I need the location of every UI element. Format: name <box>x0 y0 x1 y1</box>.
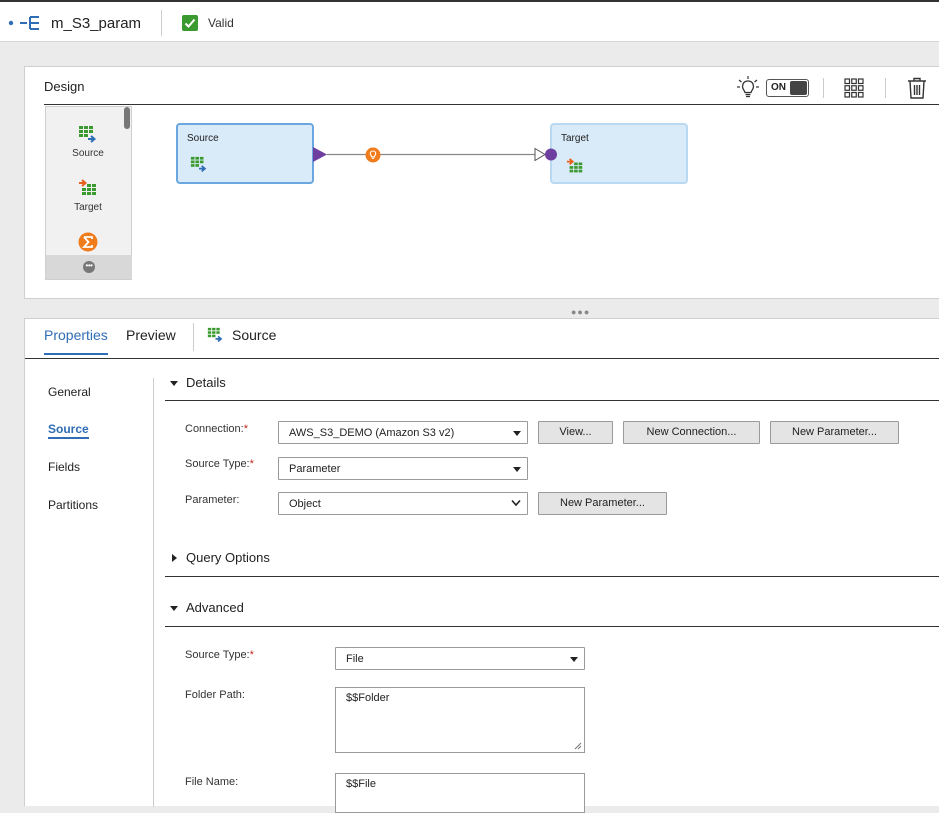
auto-toggle[interactable]: ON <box>766 79 809 97</box>
grid-layout-icon[interactable] <box>844 78 864 98</box>
design-title: Design <box>44 79 85 94</box>
lightbulb-icon[interactable] <box>737 76 759 100</box>
section-divider <box>165 576 939 577</box>
selected-object-name: Source <box>232 327 277 343</box>
trash-icon[interactable] <box>907 77 927 99</box>
design-panel: Design ON Source Target ••• Source Targe… <box>24 66 939 299</box>
section-divider <box>165 400 939 401</box>
lightbulb-badge-icon[interactable] <box>365 147 381 163</box>
required-marker: * <box>249 458 254 470</box>
select-value: Parameter <box>289 463 341 475</box>
nav-general[interactable]: General <box>48 385 91 399</box>
file-name-field[interactable]: $$File <box>335 773 585 813</box>
folder-path-label: Folder Path: <box>185 689 245 701</box>
palette-item-label: Source <box>72 148 104 159</box>
details-section-header[interactable]: Details <box>165 374 939 398</box>
section-title: Details <box>186 375 226 390</box>
file-name-label: File Name: <box>185 776 239 788</box>
query-options-section-header[interactable]: Query Options <box>165 549 939 573</box>
section-title: Advanced <box>186 600 244 615</box>
source-type-select[interactable]: Parameter <box>278 457 528 480</box>
dropdown-arrow-icon <box>570 657 578 662</box>
mapping-title: m_S3_param <box>51 15 142 32</box>
dropdown-arrow-icon <box>513 431 521 436</box>
design-header-divider <box>44 104 939 105</box>
node-label: Target <box>561 133 589 144</box>
nav-divider <box>153 378 154 807</box>
properties-panel: Properties Preview Source General Source… <box>24 318 939 813</box>
target-transform-icon <box>79 179 96 195</box>
divider <box>823 78 824 98</box>
new-connection-button[interactable]: New Connection... <box>623 421 760 444</box>
dropdown-arrow-icon <box>513 467 521 472</box>
connection-label: Connection:* <box>185 423 248 435</box>
target-node[interactable]: Target <box>550 123 688 184</box>
select-value: File <box>346 653 364 665</box>
properties-tabs: Properties Preview Source <box>25 319 939 359</box>
folder-path-field[interactable]: $$Folder <box>335 687 585 753</box>
tab-properties[interactable]: Properties <box>44 327 108 355</box>
source-transform-icon <box>190 156 207 172</box>
palette-more[interactable]: ••• <box>46 255 132 279</box>
divider <box>885 78 886 98</box>
required-marker: * <box>249 649 254 661</box>
caret-down-icon <box>170 606 178 611</box>
section-title: Query Options <box>186 550 270 565</box>
caret-right-icon <box>172 554 177 562</box>
nav-fields[interactable]: Fields <box>48 460 80 474</box>
properties-nav: General Source Fields Partitions <box>25 359 155 807</box>
field-value: $$Folder <box>346 692 390 704</box>
transformation-palette: Source Target ••• <box>45 106 132 280</box>
palette-item-source[interactable]: Source <box>46 125 130 159</box>
advanced-source-type-label: Source Type:* <box>185 649 254 661</box>
source-transform-icon <box>207 327 223 343</box>
new-parameter-button[interactable]: New Parameter... <box>770 421 899 444</box>
caret-down-icon <box>170 381 178 386</box>
toggle-knob <box>790 81 807 95</box>
section-divider <box>165 626 939 627</box>
divider <box>161 10 162 36</box>
source-node[interactable]: Source <box>176 123 314 184</box>
required-marker: * <box>243 423 248 435</box>
nav-partitions[interactable]: Partitions <box>48 498 98 512</box>
aggregator-icon[interactable] <box>78 232 98 252</box>
node-label: Source <box>187 133 219 144</box>
palette-item-label: Target <box>74 202 102 213</box>
top-bar: m_S3_param Valid <box>0 0 939 42</box>
advanced-source-type-select[interactable]: File <box>335 647 585 670</box>
view-button[interactable]: View... <box>538 421 613 444</box>
new-parameter-button[interactable]: New Parameter... <box>538 492 667 515</box>
divider <box>193 323 194 351</box>
source-type-label: Source Type:* <box>185 458 254 470</box>
palette-item-target[interactable]: Target <box>46 179 130 213</box>
parameter-label: Parameter: <box>185 494 240 506</box>
field-value: $$File <box>346 778 376 790</box>
connection-select[interactable]: AWS_S3_DEMO (Amazon S3 v2) <box>278 421 528 444</box>
tab-preview[interactable]: Preview <box>126 327 176 343</box>
select-value: Object <box>289 498 321 510</box>
parameter-select[interactable]: Object <box>278 492 528 515</box>
validation-status: Valid <box>208 16 234 30</box>
target-transform-icon <box>566 158 583 173</box>
toggle-label: ON <box>771 82 786 93</box>
select-value: AWS_S3_DEMO (Amazon S3 v2) <box>289 427 455 439</box>
advanced-section-header[interactable]: Advanced <box>165 599 939 623</box>
mapping-icon <box>8 16 39 30</box>
nav-source[interactable]: Source <box>48 422 89 439</box>
more-icon[interactable]: ••• <box>83 261 95 273</box>
valid-check-icon <box>182 15 198 31</box>
panel-resize-handle[interactable]: ●●● <box>571 307 590 317</box>
source-transform-icon <box>79 126 97 143</box>
chevron-down-icon <box>511 499 521 507</box>
link-connector[interactable] <box>313 145 563 165</box>
resize-grip-icon[interactable] <box>574 742 582 750</box>
